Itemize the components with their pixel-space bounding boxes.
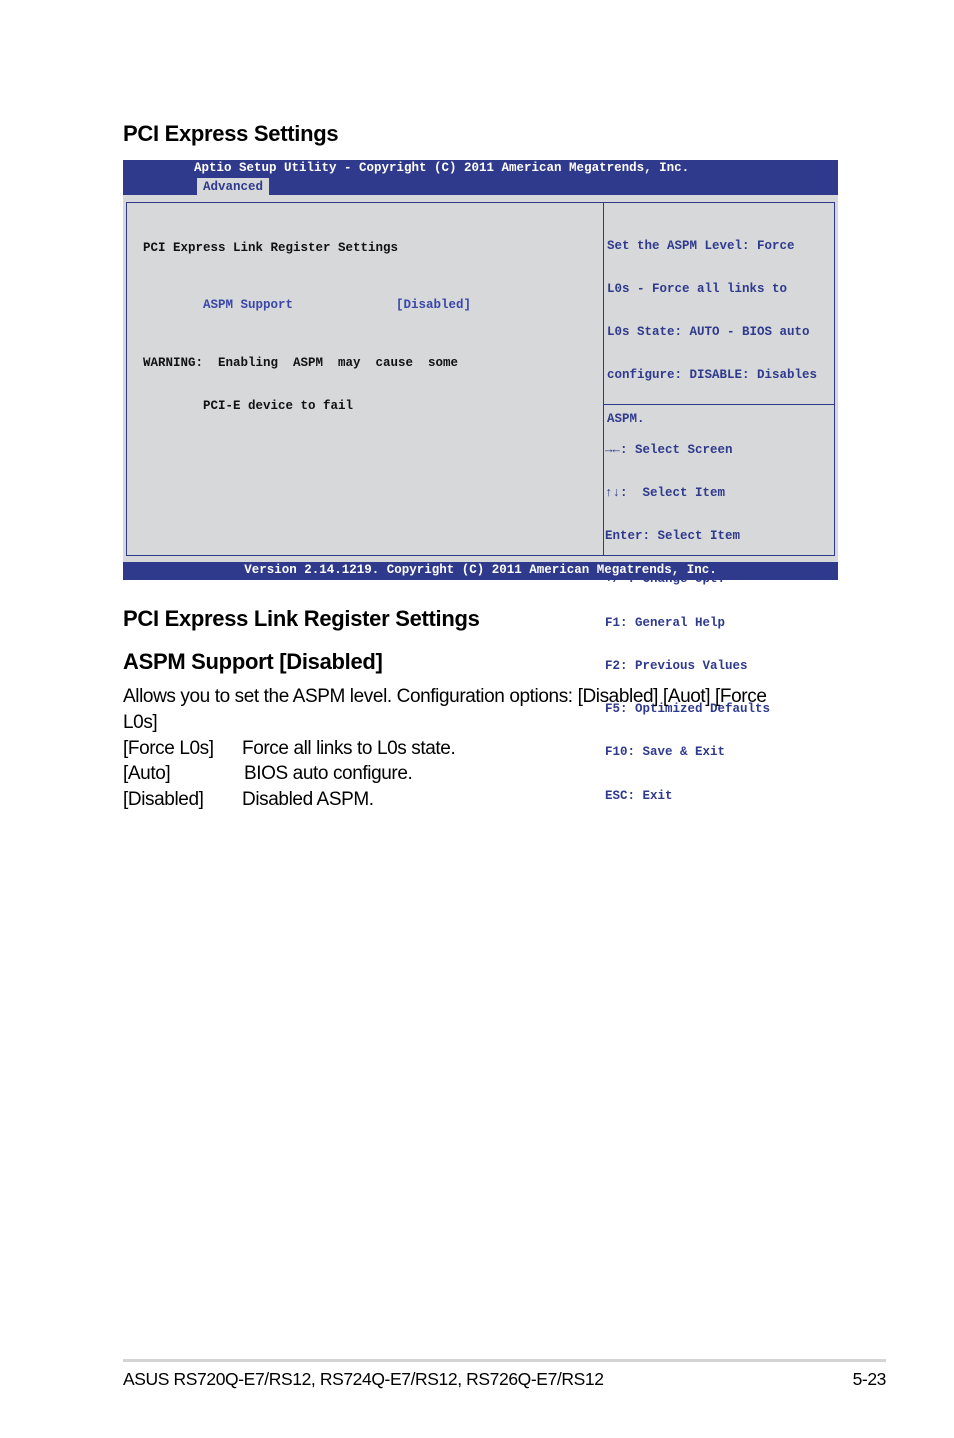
key-legend: →←: Select Screen ↑↓: Select Item Enter:… bbox=[605, 414, 770, 832]
bios-version: Version 2.14.1219. Copyright (C) 2011 Am… bbox=[244, 563, 717, 577]
key-enter: Enter: Select Item bbox=[605, 529, 741, 544]
subsection-title: PCI Express Link Register Settings bbox=[123, 606, 480, 631]
help-line: L0s State: AUTO - BIOS auto bbox=[607, 325, 810, 340]
item-title: ASPM Support [Disabled] bbox=[123, 649, 383, 674]
aspm-support-label: ASPM Support bbox=[203, 298, 294, 313]
bios-help-panel: Set the ASPM Level: Force L0s - Force al… bbox=[603, 202, 835, 803]
help-line: L0s - Force all links to bbox=[607, 282, 788, 297]
key-f10: F10: Save & Exit bbox=[605, 745, 726, 760]
bios-title: Aptio Setup Utility - Copyright (C) 2011… bbox=[194, 161, 690, 175]
option-key: [Auto] bbox=[123, 763, 171, 784]
key-f2: F2: Previous Values bbox=[605, 658, 748, 673]
key-esc: ESC: Exit bbox=[605, 788, 673, 803]
tab-advanced[interactable]: Advanced bbox=[197, 178, 270, 195]
bios-main-panel: PCI Express Link Register Settings ASPM … bbox=[126, 202, 604, 556]
help-line: Set the ASPM Level: Force bbox=[607, 238, 795, 253]
footer-product: ASUS RS720Q-E7/RS12, RS724Q-E7/RS12, RS7… bbox=[123, 1369, 604, 1389]
section-title: PCI Express Settings bbox=[123, 121, 339, 146]
bios-screenshot: Aptio Setup Utility - Copyright (C) 2011… bbox=[123, 160, 838, 803]
key-f1: F1: General Help bbox=[605, 615, 726, 630]
help-line: configure: DISABLE: Disables bbox=[607, 368, 818, 383]
bios-title-bar: Aptio Setup Utility - Copyright (C) 2011… bbox=[123, 160, 838, 195]
option-desc: BIOS auto configure. bbox=[244, 763, 413, 784]
key-select-screen: →←: Select Screen bbox=[605, 442, 733, 457]
description-line-1: Allows you to set the ASPM level. Config… bbox=[123, 686, 767, 707]
bios-warning-line-1: WARNING: Enabling ASPM may cause some bbox=[143, 356, 459, 371]
option-key: [Force L0s] bbox=[123, 738, 214, 759]
option-desc: Disabled ASPM. bbox=[242, 789, 374, 810]
option-key: [Disabled] bbox=[123, 789, 204, 810]
bios-warning-line-2: PCI-E device to fail bbox=[143, 399, 354, 414]
help-divider bbox=[604, 404, 834, 405]
aspm-support-item[interactable]: ASPM Support [Disabled] bbox=[143, 284, 471, 327]
page-number: 5-23 bbox=[852, 1369, 887, 1389]
aspm-support-value[interactable]: [Disabled] bbox=[396, 298, 471, 312]
bios-version-bar: Version 2.14.1219. Copyright (C) 2011 Am… bbox=[123, 562, 838, 580]
option-desc: Force all links to L0s state. bbox=[242, 738, 456, 759]
footer-divider bbox=[123, 1359, 886, 1362]
bios-main-heading: PCI Express Link Register Settings bbox=[143, 240, 399, 255]
description-line-2: L0s] bbox=[123, 712, 158, 733]
key-select-item: ↑↓: Select Item bbox=[605, 486, 726, 501]
